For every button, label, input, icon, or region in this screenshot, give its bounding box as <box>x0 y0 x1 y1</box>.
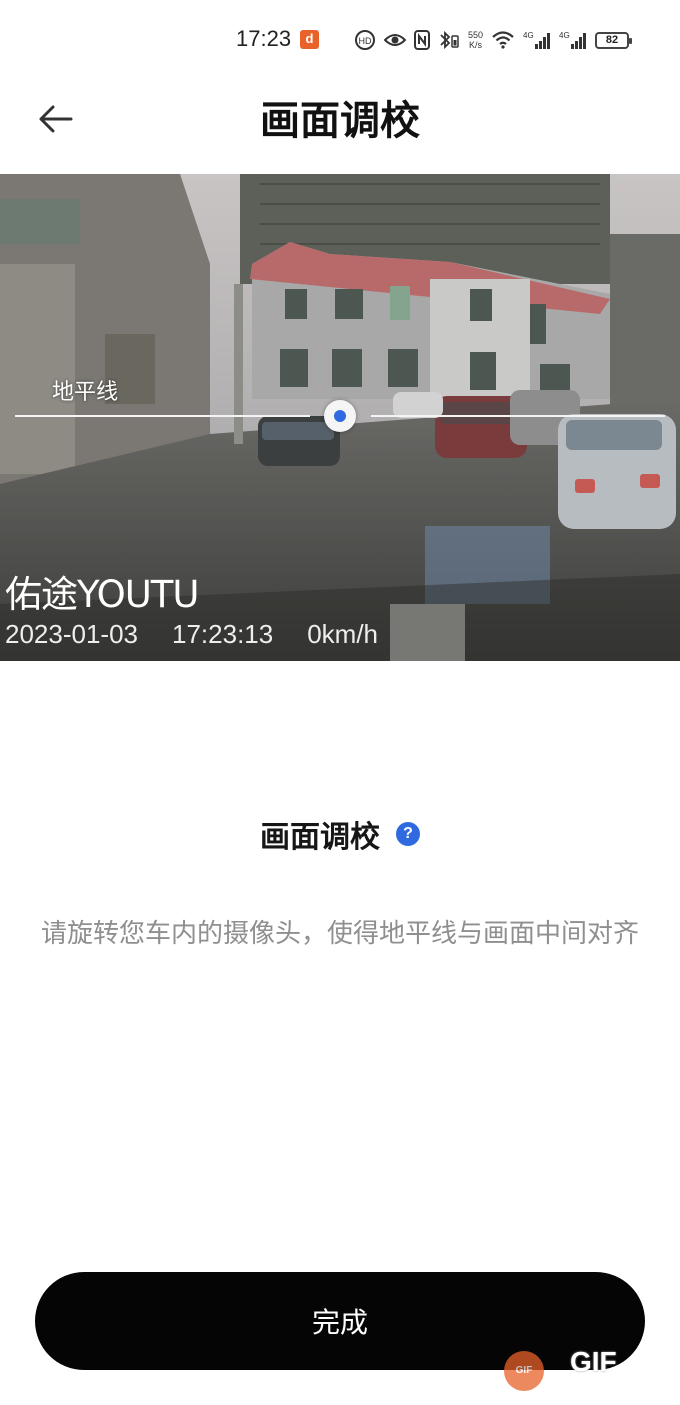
calibration-title: 画面调校 <box>260 820 380 855</box>
watermark-speed: 0km/h <box>307 619 379 649</box>
hd-voice-icon: HD <box>354 29 376 51</box>
horizon-line-left <box>15 415 310 417</box>
gif-badge-icon: GIF <box>504 1351 544 1391</box>
status-bar: 17:23 d HD 550 K/s 4G 4G 82 <box>0 0 680 80</box>
signal-1-label: 4G <box>523 31 534 40</box>
status-icons: HD 550 K/s 4G 4G 82 <box>354 26 633 54</box>
video-watermark-brand: 佑途YOUTU <box>5 573 199 616</box>
watermark-date: 2023-01-03 <box>5 619 138 649</box>
cell-signal-icon: 4G <box>559 30 587 50</box>
back-button[interactable] <box>30 96 80 146</box>
nfc-icon <box>414 30 430 50</box>
svg-text:HD: HD <box>359 36 372 46</box>
horizon-slider-handle[interactable] <box>324 400 356 432</box>
page-title: 画面调校 <box>260 98 420 144</box>
watermark-time: 17:23:13 <box>172 619 274 649</box>
horizon-line-right <box>371 415 665 417</box>
arrow-left-icon <box>37 104 73 138</box>
camera-preview: 地平线 佑途YOUTU 2023-01-03 17:23:13 0km/h <box>0 174 680 661</box>
net-speed-value: 550 <box>468 30 484 40</box>
net-speed: 550 K/s <box>468 30 483 50</box>
video-watermark-info: 2023-01-03 17:23:13 0km/h <box>5 619 412 650</box>
bluetooth-battery-icon <box>438 30 460 50</box>
cell-signal-icon: 4G <box>523 30 551 50</box>
calibration-title-row: 画面调校 ? <box>0 812 680 856</box>
net-speed-unit: K/s <box>469 40 483 50</box>
signal-2-label: 4G <box>559 31 570 40</box>
calibration-instruction: 请旋转您车内的摄像头，使得地平线与画面中间对齐 <box>40 919 639 949</box>
horizon-label: 地平线 <box>52 380 119 405</box>
gif-overlay-watermark: GIF GIF <box>500 1346 680 1405</box>
eye-icon <box>384 32 406 48</box>
gif-text: GIF <box>570 1346 617 1377</box>
battery-icon: 82 <box>595 31 633 49</box>
notification-badge: d <box>300 30 319 49</box>
help-icon[interactable]: ? <box>396 822 420 846</box>
status-time: 17:23 <box>236 26 292 51</box>
wifi-icon <box>491 31 515 49</box>
